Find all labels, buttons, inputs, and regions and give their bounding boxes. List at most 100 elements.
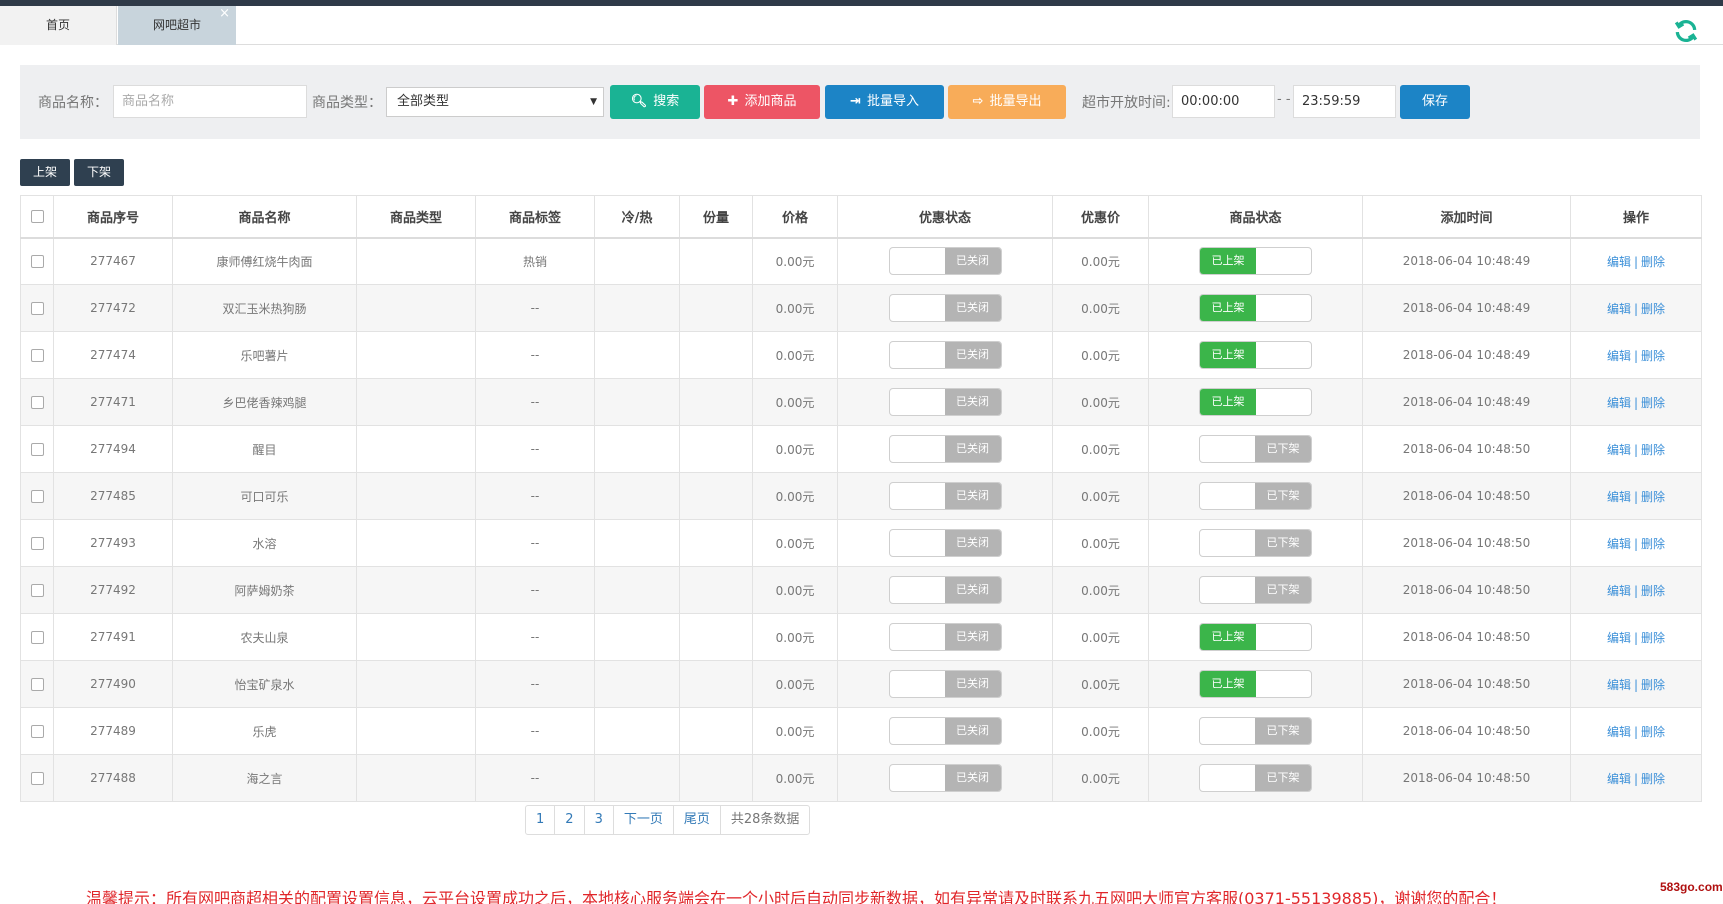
status-toggle[interactable]: 已下架	[1199, 764, 1312, 792]
delete-link[interactable]: 删除	[1641, 396, 1665, 410]
name-search-input[interactable]	[113, 85, 307, 118]
status-toggle[interactable]: 已下架	[1199, 435, 1312, 463]
row-checkbox[interactable]	[30, 443, 44, 456]
status-toggle[interactable]: 已上架	[1199, 623, 1312, 651]
cell-type	[356, 237, 476, 285]
discount-toggle[interactable]: 已关闭	[888, 388, 1002, 416]
edit-link[interactable]: 编辑	[1607, 396, 1631, 410]
delete-link[interactable]: 删除	[1641, 349, 1665, 363]
delete-link[interactable]: 删除	[1641, 631, 1665, 645]
next-page-link[interactable]: 下一页	[614, 806, 674, 834]
discount-toggle[interactable]: 已关闭	[888, 529, 1002, 557]
status-toggle[interactable]: 已上架	[1199, 247, 1312, 276]
status-toggle[interactable]: 已下架	[1199, 529, 1312, 557]
status-toggle-label: 已下架	[1255, 436, 1311, 462]
delete-link[interactable]: 删除	[1641, 302, 1665, 316]
discount-toggle[interactable]: 已关闭	[888, 623, 1002, 651]
last-page-link[interactable]: 尾页	[674, 806, 721, 834]
row-checkbox[interactable]	[30, 584, 44, 597]
row-checkbox[interactable]	[30, 396, 44, 409]
edit-link[interactable]: 编辑	[1607, 302, 1631, 316]
page-3-link[interactable]: 3	[585, 806, 614, 834]
discount-toggle[interactable]: 已关闭	[888, 670, 1002, 698]
discount-toggle[interactable]: 已关闭	[888, 717, 1002, 745]
discount-toggle[interactable]: 已关闭	[888, 576, 1002, 604]
status-toggle[interactable]: 已下架	[1199, 482, 1312, 510]
edit-link[interactable]: 编辑	[1607, 631, 1631, 645]
status-toggle[interactable]: 已上架	[1199, 294, 1312, 322]
search-button[interactable]: 🔍︎ 搜索	[610, 85, 700, 119]
edit-link[interactable]: 编辑	[1607, 349, 1631, 363]
delete-link[interactable]: 删除	[1641, 772, 1665, 786]
status-toggle-label: 已下架	[1255, 765, 1311, 791]
row-checkbox[interactable]	[30, 302, 44, 315]
batch-import-button[interactable]: ⇥ 批量导入	[825, 85, 944, 119]
discount-toggle-label: 已关闭	[944, 671, 1001, 697]
cell-discount-status: 已关闭	[837, 707, 1053, 755]
row-checkbox[interactable]	[30, 678, 44, 691]
row-checkbox[interactable]	[30, 537, 44, 550]
save-button[interactable]: 保存	[1400, 85, 1470, 119]
on-shelf-button[interactable]: 上架	[20, 159, 70, 186]
batch-export-button[interactable]: ⇨ 批量导出	[948, 85, 1066, 119]
delete-link[interactable]: 删除	[1641, 490, 1665, 504]
edit-link[interactable]: 编辑	[1607, 678, 1631, 692]
page-2-link[interactable]: 2	[555, 806, 585, 834]
dropdown-arrow-icon: ▼	[590, 97, 597, 107]
cell-operations: 编辑 | 删除	[1570, 707, 1702, 755]
cell-type	[356, 754, 476, 802]
cell-id: 277488	[53, 754, 173, 802]
cell-name: 乐虎	[172, 707, 357, 755]
open-start-input[interactable]	[1172, 85, 1275, 118]
edit-link[interactable]: 编辑	[1607, 537, 1631, 551]
tab-netbar-market[interactable]: 网吧超市 ×	[118, 6, 236, 45]
row-checkbox[interactable]	[30, 725, 44, 738]
discount-toggle[interactable]: 已关闭	[888, 435, 1002, 463]
edit-link[interactable]: 编辑	[1607, 443, 1631, 457]
search-button-label: 搜索	[653, 94, 680, 109]
table-row: 277491 农夫山泉 -- 0.00元 已关闭 0.00元 已上架 2018-06-04 1…	[20, 613, 1702, 661]
select-all-checkbox[interactable]	[30, 209, 44, 223]
op-separator: |	[1633, 583, 1639, 598]
discount-toggle[interactable]: 已关闭	[888, 294, 1002, 322]
tab-home[interactable]: 首页	[0, 6, 117, 45]
delete-link[interactable]: 删除	[1641, 725, 1665, 739]
delete-link[interactable]: 删除	[1641, 443, 1665, 457]
discount-toggle[interactable]: 已关闭	[888, 341, 1002, 369]
edit-link[interactable]: 编辑	[1607, 584, 1631, 598]
add-product-button[interactable]: ✚ 添加商品	[704, 85, 820, 119]
off-shelf-button[interactable]: 下架	[74, 159, 124, 186]
discount-toggle[interactable]: 已关闭	[888, 764, 1002, 792]
status-toggle[interactable]: 已上架	[1199, 388, 1312, 416]
row-checkbox[interactable]	[30, 255, 44, 269]
op-separator: |	[1633, 254, 1639, 269]
type-select[interactable]: 全部类型 ▼	[386, 87, 604, 117]
status-toggle[interactable]: 已下架	[1199, 576, 1312, 604]
row-checkbox[interactable]	[30, 490, 44, 503]
discount-toggle-label: 已关闭	[944, 248, 1001, 275]
delete-link[interactable]: 删除	[1641, 678, 1665, 692]
row-checkbox[interactable]	[30, 772, 44, 785]
row-checkbox[interactable]	[30, 631, 44, 644]
cell-discount-price: 0.00元	[1052, 613, 1149, 661]
edit-link[interactable]: 编辑	[1607, 772, 1631, 786]
edit-link[interactable]: 编辑	[1607, 725, 1631, 739]
cell-name: 康师傅红烧牛肉面	[172, 237, 357, 285]
status-toggle[interactable]: 已下架	[1199, 717, 1312, 745]
discount-toggle[interactable]: 已关闭	[888, 247, 1002, 276]
status-toggle[interactable]: 已上架	[1199, 670, 1312, 698]
edit-link[interactable]: 编辑	[1607, 490, 1631, 504]
row-checkbox[interactable]	[30, 349, 44, 362]
delete-link[interactable]: 删除	[1641, 584, 1665, 598]
delete-link[interactable]: 删除	[1641, 255, 1665, 269]
refresh-icon[interactable]	[1673, 18, 1699, 44]
edit-link[interactable]: 编辑	[1607, 255, 1631, 269]
open-end-input[interactable]	[1293, 85, 1396, 118]
import-button-label: 批量导入	[866, 94, 919, 109]
status-toggle[interactable]: 已上架	[1199, 341, 1312, 369]
delete-link[interactable]: 删除	[1641, 537, 1665, 551]
close-icon[interactable]: ×	[219, 0, 230, 28]
discount-toggle[interactable]: 已关闭	[888, 482, 1002, 510]
cell-discount-price: 0.00元	[1052, 425, 1149, 473]
page-1-link[interactable]: 1	[526, 806, 556, 834]
